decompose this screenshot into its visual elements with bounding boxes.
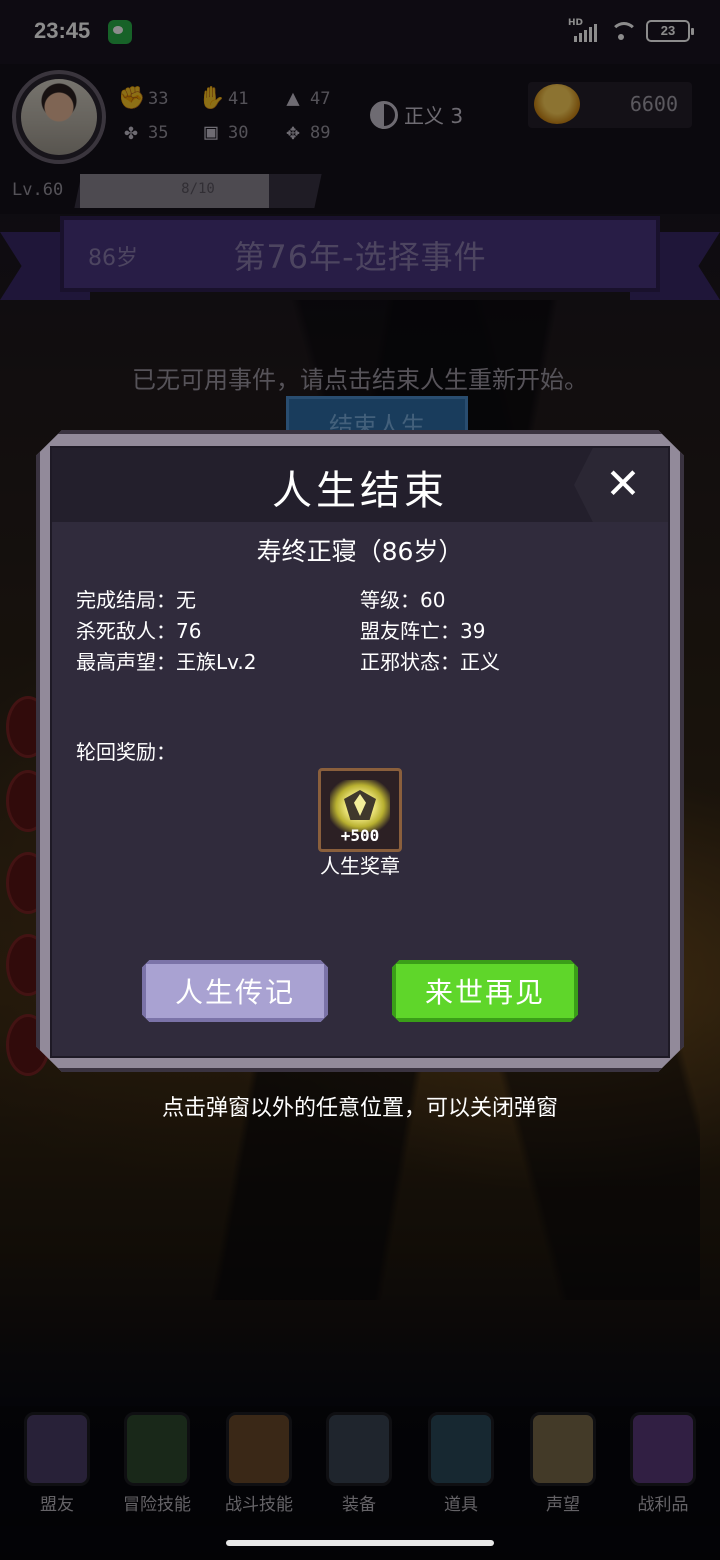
medal-icon bbox=[330, 780, 390, 832]
summary-label: 完成结局 bbox=[76, 588, 176, 612]
summary-label: 盟友阵亡 bbox=[360, 619, 460, 643]
reward-amount: +500 bbox=[340, 826, 380, 845]
death-cause: 寿终正寝（86岁） bbox=[256, 537, 464, 566]
summary-level: 等级60 bbox=[360, 584, 445, 613]
summary-value: 正义 bbox=[460, 650, 500, 674]
summary-label: 正邪状态 bbox=[360, 650, 460, 674]
home-indicator[interactable] bbox=[226, 1540, 494, 1546]
next-life-button[interactable]: 来世再见 bbox=[392, 960, 578, 1022]
close-hint: 点击弹窗以外的任意位置，可以关闭弹窗 bbox=[161, 1096, 558, 1121]
biography-button[interactable]: 人生传记 bbox=[142, 960, 328, 1022]
close-icon[interactable]: ✕ bbox=[596, 456, 650, 512]
summary-label: 最高声望 bbox=[76, 650, 176, 674]
summary-ending: 完成结局无 bbox=[76, 584, 196, 613]
reward-name: 人生奖章 bbox=[320, 854, 400, 878]
summary-alignment: 正邪状态正义 bbox=[360, 646, 500, 675]
summary-label: 杀死敌人 bbox=[76, 619, 176, 643]
summary-value: 39 bbox=[460, 619, 486, 643]
summary-value: 王族Lv.2 bbox=[176, 650, 257, 674]
summary-label: 等级 bbox=[360, 588, 420, 612]
reward-label: 轮回奖励： bbox=[76, 740, 176, 764]
summary-kills: 杀死敌人76 bbox=[76, 615, 201, 644]
summary-fame: 最高声望王族Lv.2 bbox=[76, 646, 257, 675]
summary-value: 60 bbox=[420, 588, 446, 612]
summary-ally-deaths: 盟友阵亡39 bbox=[360, 615, 485, 644]
summary-value: 无 bbox=[176, 588, 196, 612]
summary-value: 76 bbox=[176, 619, 202, 643]
